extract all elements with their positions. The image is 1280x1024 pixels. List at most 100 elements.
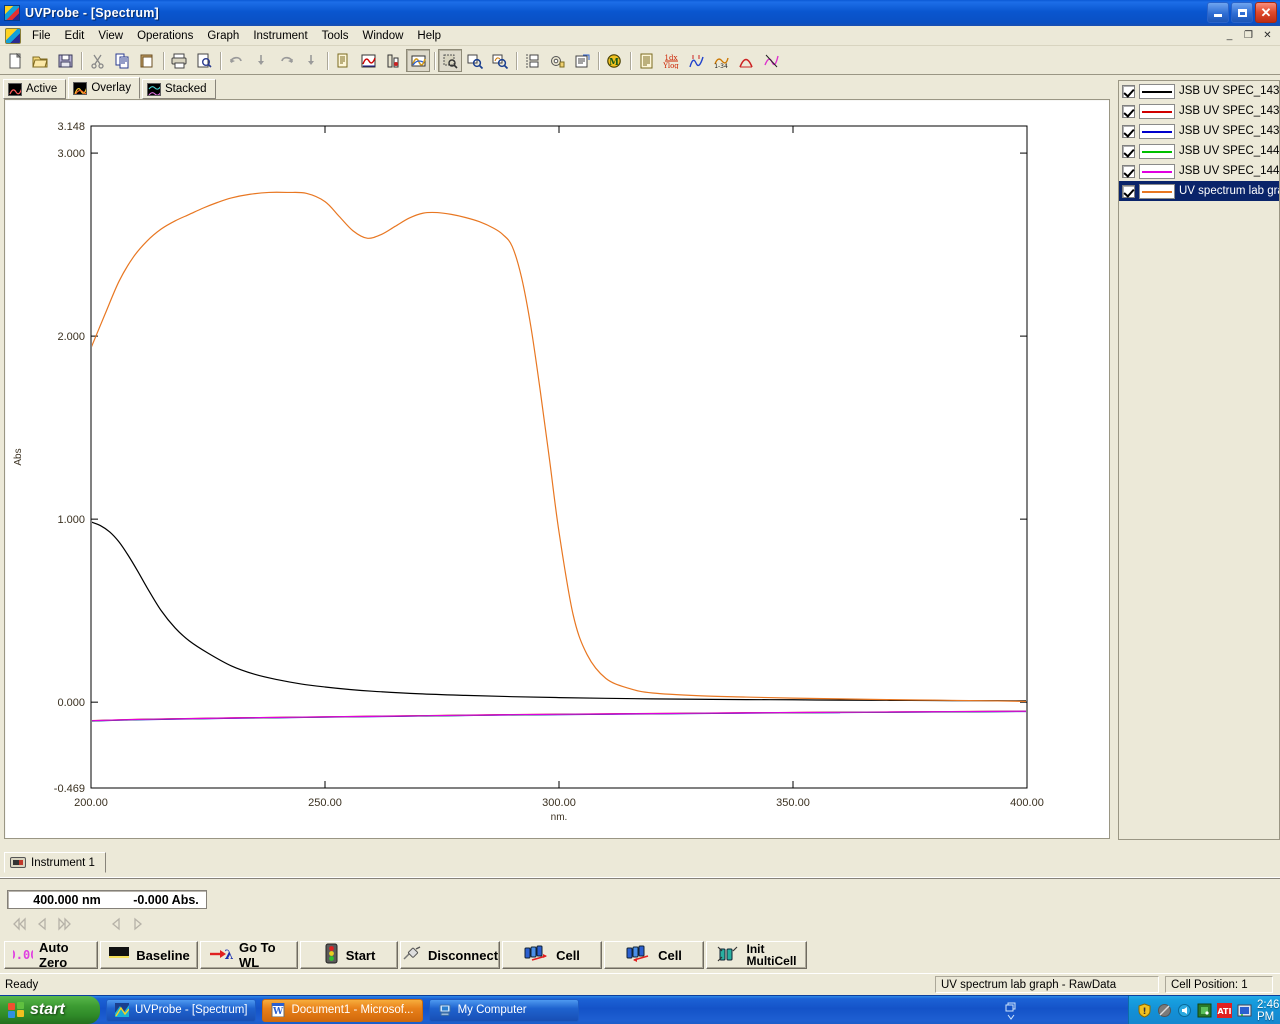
cell-back-button[interactable]: Cell (604, 941, 704, 969)
list-item[interactable]: JSB UV SPEC_1439 (1119, 121, 1279, 141)
zoom-out-icon[interactable] (488, 49, 512, 72)
spectrum-list-panel[interactable]: JSB UV SPEC_1438 JSB UV SPEC_1439 JSB UV… (1118, 80, 1280, 840)
report-icon[interactable] (331, 49, 355, 72)
spectrum-checkbox[interactable] (1122, 164, 1135, 178)
menu-item-tools[interactable]: Tools (315, 28, 356, 44)
list-item[interactable]: JSB UV SPEC_1440 (1119, 161, 1279, 181)
window-maximize-button[interactable] (1231, 2, 1253, 23)
zoom-in-icon[interactable] (463, 49, 487, 72)
mdi-close-button[interactable]: ✕ (1259, 27, 1276, 43)
baseline-button[interactable]: Baseline (100, 941, 198, 969)
taskbar-item-mycomputer[interactable]: My Computer (428, 998, 579, 1022)
taskbar-item-uvprobe[interactable]: UVProbe - [Spectrum] (106, 998, 257, 1022)
spectrum-checkbox[interactable] (1122, 144, 1135, 158)
svg-text:Abs: Abs (13, 448, 24, 465)
nav-first-button[interactable] (10, 914, 30, 934)
layers-icon[interactable] (545, 49, 569, 72)
kinetics-icon[interactable] (406, 49, 430, 72)
area-icon[interactable] (734, 49, 758, 72)
list-item[interactable]: JSB UV SPEC_1439 (1119, 101, 1279, 121)
menu-item-operations[interactable]: Operations (130, 28, 200, 44)
menu-item-window[interactable]: Window (356, 28, 411, 44)
baseline-icon (108, 946, 130, 964)
menu-item-help[interactable]: Help (410, 28, 448, 44)
spectrum-checkbox[interactable] (1122, 104, 1135, 118)
window-close-button[interactable]: ✕ (1255, 2, 1277, 23)
show-desktop-icon[interactable] (1000, 996, 1022, 1024)
security-shield-icon[interactable]: ! (1137, 1003, 1152, 1018)
go-to-wl-button[interactable]: λ Go To WL (200, 940, 298, 970)
network-icon[interactable] (1237, 1003, 1252, 1018)
start-button[interactable]: Start (300, 941, 398, 969)
data-points-icon[interactable] (520, 49, 544, 72)
uvprobe-app-icon[interactable] (4, 5, 20, 21)
sound-muted-icon[interactable] (1157, 1003, 1172, 1018)
nav-step-back-button[interactable] (106, 914, 126, 934)
spectrum-plot-panel[interactable]: 3.148 3.000 2.000 1.000 0.000 -0.469 200.00 250… (4, 99, 1110, 839)
tab-stacked[interactable]: Stacked (141, 79, 216, 99)
auto-zero-button[interactable]: 0.00 Auto Zero (4, 940, 98, 970)
mdi-minimize-button[interactable]: _ (1221, 27, 1238, 43)
peak-pick-icon[interactable] (684, 49, 708, 72)
zoom-region-icon[interactable] (438, 49, 462, 72)
point-pick-icon[interactable]: 1-34 (709, 49, 733, 72)
display-icon[interactable] (1197, 1003, 1212, 1018)
color-swatch[interactable] (1139, 83, 1175, 99)
document-system-icon[interactable] (5, 27, 21, 44)
list-item[interactable]: UV spectrum lab grap (1119, 181, 1279, 201)
list-item[interactable]: JSB UV SPEC_1438 (1119, 81, 1279, 101)
new-icon[interactable] (3, 49, 27, 72)
mdi-restore-button[interactable]: ❐ (1240, 27, 1257, 43)
tab-active[interactable]: Active (3, 79, 67, 99)
cell-forward-button[interactable]: Cell (502, 941, 602, 969)
taskbar-item-document1[interactable]: W Document1 - Microsof... (262, 998, 423, 1022)
color-swatch[interactable] (1139, 103, 1175, 119)
color-swatch[interactable] (1139, 123, 1175, 139)
volume-icon[interactable] (1177, 1003, 1192, 1018)
menu-item-file[interactable]: File (25, 28, 58, 44)
print-preview-icon[interactable] (192, 49, 216, 72)
disconnect-button[interactable]: Disconnect (400, 941, 500, 969)
cut-icon[interactable] (85, 49, 109, 72)
menu-item-instrument[interactable]: Instrument (246, 28, 314, 44)
datalist-icon[interactable] (634, 49, 658, 72)
redo-icon[interactable] (274, 49, 298, 72)
svg-text:300.00: 300.00 (542, 797, 576, 809)
color-swatch[interactable] (1139, 183, 1175, 199)
list-item[interactable]: JSB UV SPEC_1440 (1119, 141, 1279, 161)
print-icon[interactable] (167, 49, 191, 72)
photometric-icon[interactable] (381, 49, 405, 72)
nav-step-forward-button[interactable] (128, 914, 148, 934)
toolbar-separator (324, 50, 331, 72)
color-swatch[interactable] (1139, 163, 1175, 179)
start-button[interactable]: start (0, 996, 100, 1024)
tab-overlay[interactable]: Overlay (68, 77, 140, 99)
taskbar-clock[interactable]: 2:46 PM (1257, 999, 1279, 1023)
paste-icon[interactable] (135, 49, 159, 72)
open-icon[interactable] (28, 49, 52, 72)
undo-drop-icon[interactable] (249, 49, 273, 72)
menu-item-edit[interactable]: Edit (58, 28, 92, 44)
copy-icon[interactable] (110, 49, 134, 72)
curve-icon[interactable] (759, 49, 783, 72)
nav-next-button[interactable] (54, 914, 74, 934)
spectrum-checkbox[interactable] (1122, 84, 1135, 98)
properties-icon[interactable] (570, 49, 594, 72)
save-icon[interactable] (53, 49, 77, 72)
spectrum-checkbox[interactable] (1122, 184, 1135, 198)
color-swatch[interactable] (1139, 143, 1175, 159)
nav-prev-button[interactable] (32, 914, 52, 934)
spectrum-icon[interactable] (356, 49, 380, 72)
manipulate-icon[interactable]: M (602, 49, 626, 72)
ati-icon[interactable]: ATI (1217, 1003, 1232, 1018)
tab-instrument-1[interactable]: Instrument 1 (4, 852, 106, 873)
menu-item-graph[interactable]: Graph (200, 28, 246, 44)
init-multicell-button[interactable]: Init MultiCell (706, 941, 807, 969)
spectrum-chart[interactable]: 3.148 3.000 2.000 1.000 0.000 -0.469 200.00 250… (5, 100, 1109, 838)
spectrum-checkbox[interactable] (1122, 124, 1135, 138)
undo-icon[interactable] (224, 49, 248, 72)
window-minimize-button[interactable] (1207, 2, 1229, 23)
menu-item-view[interactable]: View (91, 28, 130, 44)
redo-drop-icon[interactable] (299, 49, 323, 72)
derivative-icon[interactable]: 1dx Ylog (659, 49, 683, 72)
